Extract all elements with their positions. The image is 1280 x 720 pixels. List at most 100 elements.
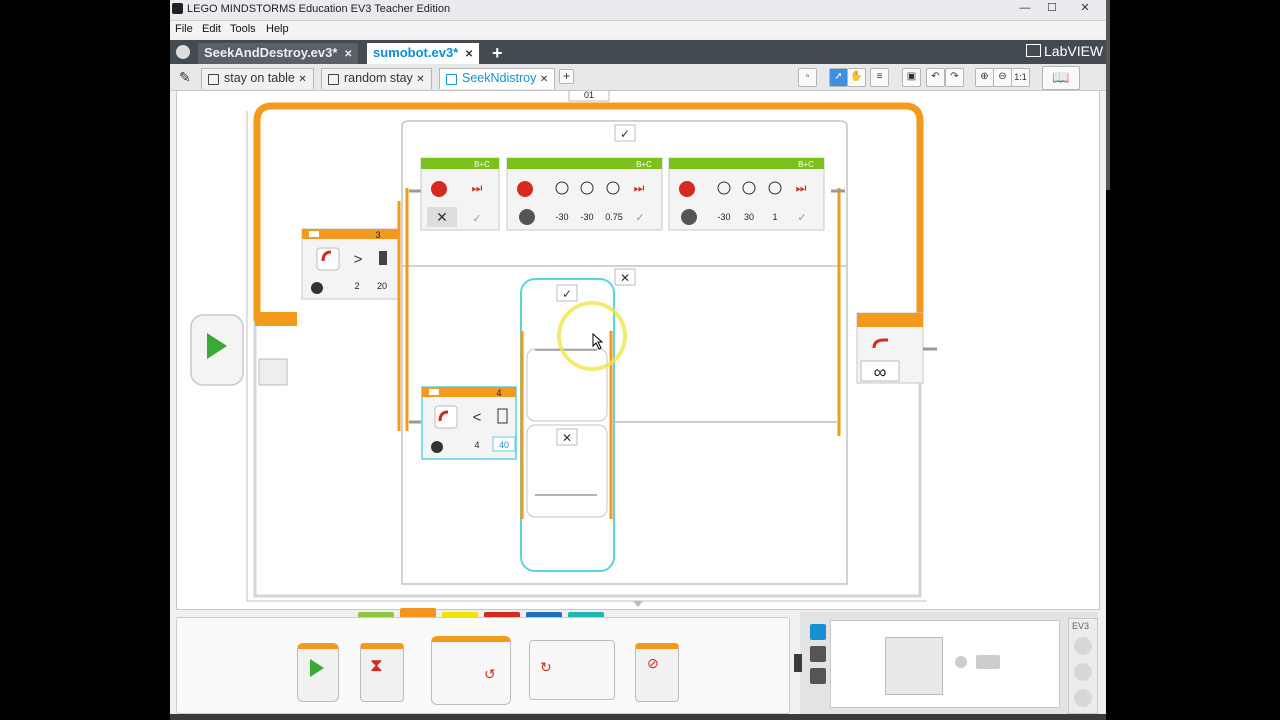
redo-icon[interactable]: ↷ [945,68,964,87]
zoom-in-icon[interactable]: ⊕ [975,68,994,87]
menu-edit[interactable]: Edit [202,23,221,35]
program-tab-random-stay[interactable]: random stay ✕ [321,68,432,89]
loop-end-block[interactable]: ∞ [856,312,937,384]
labview-logo: LabVIEW [1026,43,1103,59]
programming-canvas[interactable]: 01 3 > 2 20 ✓ ✕ B+C ⏭ ✕ ✓ B+C ⏭ -30 -30 … [176,90,1100,610]
program-tab-seekndistroy[interactable]: SeekNdistroy ✕ [439,68,556,89]
add-program-button[interactable]: + [559,69,574,84]
close-tab-icon[interactable]: ✕ [344,49,352,60]
hardware-page: EV3 [794,612,1098,714]
mode-icon [519,209,535,225]
program-tab-stay-on-table[interactable]: stay on table ✕ [201,68,314,89]
palette-switch-block[interactable]: ↻ [529,640,615,700]
motor-ports-label: B+C [636,160,652,169]
switch-outer-compare-op[interactable]: > [354,251,363,268]
switch-inner-value-2[interactable]: 40 [499,440,509,450]
download-run-icon[interactable] [1074,663,1092,681]
content-editor-book-icon[interactable]: 📖 [1042,66,1080,90]
close-tab-icon[interactable]: ✕ [465,49,473,60]
add-project-button[interactable]: + [486,43,509,64]
project-tab-bar: SeekAndDestroy.ev3* ✕ sumobot.ev3* ✕ + L… [170,40,1106,64]
maximize-button[interactable]: ☐ [1039,0,1065,18]
loop-label[interactable]: 01 [584,91,594,100]
switch-block-inner[interactable]: 4 < 4 40 [421,386,517,460]
switch-block-outer[interactable]: 3 > 2 20 [301,228,399,300]
project-properties-wrench-icon[interactable]: ✎ [179,69,191,86]
labview-text: LabVIEW [1044,43,1104,59]
project-tab-seekanddestroy[interactable]: SeekAndDestroy.ev3* ✕ [198,43,359,64]
motor-ports-label: B+C [798,160,814,169]
undo-icon[interactable]: ↶ [926,68,945,87]
window-bottom-edge [170,714,1106,720]
switch-inner-port[interactable]: 4 [496,388,501,398]
svg-text:⏭: ⏭ [472,181,483,195]
disconnected-icon [955,656,967,668]
loop-icon: ↺ [484,666,496,682]
menu-file[interactable]: File [175,23,193,35]
palette-loop-block[interactable]: ↺ [431,636,511,705]
program-icon [328,74,339,85]
move-block-2[interactable]: B+C ⏭ -30 -30 0.75 ✓ [506,157,663,231]
close-window-button[interactable]: ✕ [1066,0,1104,18]
run-selected-icon[interactable] [1074,689,1092,707]
comment-block-icon[interactable]: ≡ [870,68,889,87]
palette-loop-interrupt-block[interactable]: ⊘ [635,643,679,702]
download-icon[interactable] [1074,637,1092,655]
loop-infinity[interactable]: ∞ [874,362,887,382]
svg-text:⏭: ⏭ [796,181,807,195]
program-tab-label: stay on table [224,71,295,85]
block-palette: ⧗ ↺ ↻ ⊘ [176,617,790,714]
switch-outer-value-2[interactable]: 20 [377,281,387,291]
save-icon[interactable]: ▣ [902,68,921,87]
usb-plug-icon [976,655,1000,669]
menu-help[interactable]: Help [266,23,289,35]
pan-hand-icon[interactable]: ✋ [847,68,866,87]
move2-value-2[interactable]: -30 [580,212,593,222]
menu-tools[interactable]: Tools [230,23,256,35]
move2-value-1[interactable]: -30 [555,212,568,222]
lobby-icon[interactable] [176,45,190,59]
title-bar: LEGO MINDSTORMS Education EV3 Teacher Ed… [170,0,1106,21]
hardware-tab-ports-icon[interactable] [810,646,826,662]
move3-value-3[interactable]: 1 [772,212,777,222]
hardware-content [830,620,1060,708]
move-tank-icon [431,181,447,197]
close-tab-icon[interactable]: ✕ [298,74,306,85]
program-tab-bar: ✎ stay on table ✕ random stay ✕ SeekNdis… [170,64,1106,91]
motor-ports-label: B+C [474,160,490,169]
palette-start-block[interactable] [297,643,339,702]
select-pointer-icon[interactable]: ➚ [829,68,848,87]
mode-icon [681,209,697,225]
zoom-out-icon[interactable]: ⊖ [993,68,1012,87]
switch-inner-value-1[interactable]: 4 [474,440,479,450]
brick-label: EV3 [1072,621,1090,631]
project-tab-sumobot[interactable]: sumobot.ev3* ✕ [367,43,480,64]
palette-wait-block[interactable]: ⧗ [360,643,404,702]
play-icon [310,659,324,677]
comment-icon[interactable]: ▫ [798,68,817,87]
move-tank-icon [679,181,695,197]
close-tab-icon[interactable]: ✕ [416,74,424,85]
move3-value-1[interactable]: -30 [717,212,730,222]
svg-text:✓: ✓ [472,213,481,225]
move-block-1[interactable]: B+C ⏭ ✕ ✓ [420,157,500,231]
program-tab-label: random stay [344,71,413,85]
loop-frame-bottom [253,321,922,598]
hardware-tab-info-icon[interactable] [810,624,826,640]
close-tab-icon[interactable]: ✕ [540,74,548,85]
switch-outer-value-1[interactable]: 2 [354,281,359,291]
zoom-reset-button[interactable]: 1:1 [1011,68,1030,87]
hardware-tab-list-icon[interactable] [810,668,826,684]
program-icon [446,74,457,85]
minimize-button[interactable]: — [1012,0,1038,18]
hardware-collapse-arrow-icon[interactable] [794,654,802,672]
brick-controls: EV3 [1068,618,1098,714]
menu-bar: File Edit Tools Help [170,21,1106,38]
move2-value-3[interactable]: 0.75 [605,212,623,222]
move3-value-2[interactable]: 30 [744,212,754,222]
switch-outer-port[interactable]: 3 [375,230,380,240]
hourglass-icon: ⧗ [370,655,383,675]
switch-inner-compare-op[interactable]: < [473,409,482,426]
move-block-3[interactable]: B+C ⏭ -30 30 1 ✓ [668,157,825,231]
svg-text:✓: ✓ [635,212,644,224]
